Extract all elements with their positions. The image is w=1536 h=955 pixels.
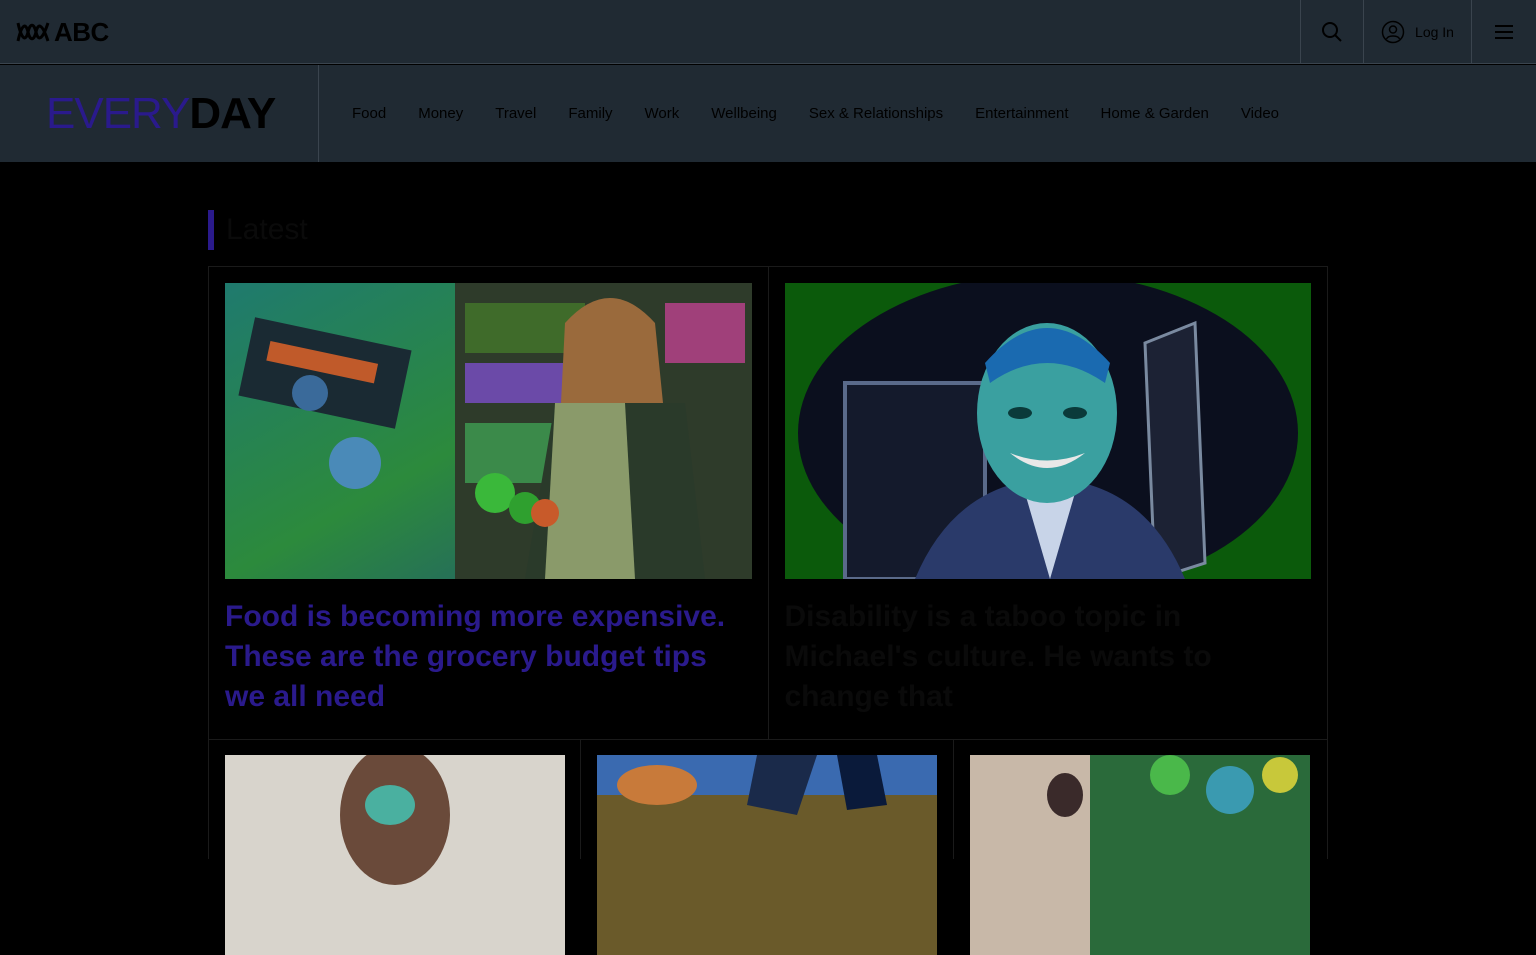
nav-link-wellbeing[interactable]: Wellbeing (711, 105, 777, 122)
nav-link-food[interactable]: Food (352, 105, 386, 122)
article-card[interactable] (209, 739, 582, 955)
search-button[interactable] (1300, 0, 1363, 64)
menu-button[interactable] (1471, 0, 1536, 64)
nav-link-entertainment[interactable]: Entertainment (975, 105, 1068, 122)
article-card[interactable] (954, 739, 1327, 955)
secondary-grid (208, 739, 1328, 955)
article-image-plants[interactable] (969, 755, 1310, 955)
logo-every: EVERY (46, 88, 190, 138)
article-headline[interactable]: Food is becoming more expensive. These a… (225, 597, 745, 717)
article-image-grocery[interactable] (225, 283, 752, 579)
article-image-portrait[interactable] (784, 283, 1311, 579)
section-nav: EVERY DAY Food Money Travel Family Work W… (0, 65, 1536, 162)
search-icon (1322, 22, 1342, 42)
section-title: Latest (226, 213, 308, 246)
latest-heading: Latest (208, 210, 308, 250)
nav-link-money[interactable]: Money (418, 105, 463, 122)
nav-link-sex-relationships[interactable]: Sex & Relationships (809, 105, 943, 122)
featured-grid: Food is becoming more expensive. These a… (208, 266, 1328, 740)
nav-link-home-garden[interactable]: Home & Garden (1101, 105, 1209, 122)
top-bar: ABC Log In (0, 0, 1536, 64)
nav-link-travel[interactable]: Travel (495, 105, 536, 122)
article-image-woman[interactable] (225, 755, 565, 955)
top-actions: Log In (1300, 0, 1536, 64)
nav-link-video[interactable]: Video (1241, 105, 1279, 122)
abc-lissajous-icon (16, 22, 50, 42)
everyday-logo[interactable]: EVERY DAY (0, 65, 319, 162)
nav-link-work[interactable]: Work (645, 105, 680, 122)
heading-accent-bar (208, 210, 214, 250)
article-card[interactable] (581, 739, 954, 955)
article-image-outdoor[interactable] (597, 755, 938, 955)
abc-wordmark: ABC (54, 16, 109, 47)
nav-link-family[interactable]: Family (568, 105, 612, 122)
hamburger-menu-icon (1495, 25, 1513, 39)
article-card[interactable]: Food is becoming more expensive. These a… (209, 267, 769, 739)
account-icon (1381, 20, 1405, 44)
article-card[interactable]: Disability is a taboo topic in Michael's… (769, 267, 1328, 739)
article-headline[interactable]: Disability is a taboo topic in Michael's… (785, 597, 1305, 717)
logo-day: DAY (189, 88, 276, 138)
abc-logo[interactable]: ABC (16, 16, 109, 48)
nav-links: Food Money Travel Family Work Wellbeing … (352, 65, 1279, 162)
login-label: Log In (1415, 24, 1454, 40)
login-button[interactable]: Log In (1363, 0, 1471, 64)
